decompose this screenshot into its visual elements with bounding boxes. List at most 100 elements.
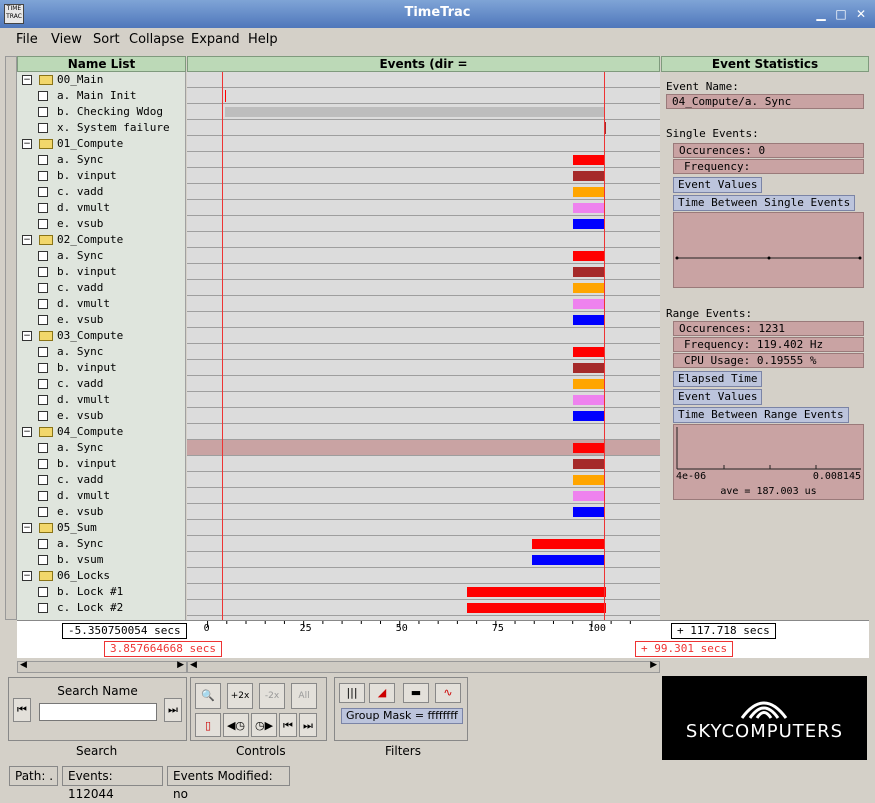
visibility-checkbox[interactable] xyxy=(38,395,48,405)
search-prev-icon[interactable]: ⏮ xyxy=(13,698,31,722)
visibility-checkbox[interactable] xyxy=(38,555,48,565)
tree-item-row[interactable]: b. vinput xyxy=(17,456,185,472)
event-row[interactable] xyxy=(187,232,660,248)
tree-item-row[interactable]: c. vadd xyxy=(17,376,185,392)
visibility-checkbox[interactable] xyxy=(38,363,48,373)
event-row[interactable] xyxy=(187,136,660,152)
scroll-left-icon[interactable]: ◀ xyxy=(20,660,27,670)
tree-item-row[interactable]: c. vadd xyxy=(17,280,185,296)
event-bar[interactable] xyxy=(572,203,606,213)
tree-item-row[interactable]: a. Sync xyxy=(17,440,185,456)
event-bar[interactable] xyxy=(572,267,606,277)
menu-collapse[interactable]: Collapse xyxy=(129,32,184,47)
filter-range-icon[interactable]: ▬ xyxy=(403,683,429,703)
event-bar[interactable] xyxy=(572,155,606,165)
event-row[interactable] xyxy=(187,424,660,440)
tree-group-row[interactable]: − 06_Locks xyxy=(17,568,185,584)
tree-item-row[interactable]: d. vmult xyxy=(17,296,185,312)
event-bar[interactable] xyxy=(572,363,606,373)
visibility-checkbox[interactable] xyxy=(38,507,48,517)
menu-file[interactable]: File xyxy=(16,32,38,47)
tree-group-row[interactable]: − 04_Compute xyxy=(17,424,185,440)
tree-item-row[interactable]: b. vinput xyxy=(17,360,185,376)
clock-back-icon[interactable]: ◀◷ xyxy=(223,713,249,737)
visibility-checkbox[interactable] xyxy=(38,315,48,325)
event-row[interactable] xyxy=(187,88,660,104)
collapse-icon[interactable]: − xyxy=(22,523,32,533)
tree-item-row[interactable]: d. vmult xyxy=(17,392,185,408)
event-bar[interactable] xyxy=(572,491,606,501)
visibility-checkbox[interactable] xyxy=(38,219,48,229)
visibility-checkbox[interactable] xyxy=(38,587,48,597)
event-row[interactable] xyxy=(187,328,660,344)
event-row[interactable] xyxy=(187,520,660,536)
menu-expand[interactable]: Expand xyxy=(191,32,240,47)
tree-item-row[interactable]: e. vsub xyxy=(17,408,185,424)
time-between-single-events-button[interactable]: Time Between Single Events xyxy=(673,195,856,211)
event-bar[interactable] xyxy=(466,587,607,597)
tree-group-row[interactable]: − 02_Compute xyxy=(17,232,185,248)
visibility-checkbox[interactable] xyxy=(38,491,48,501)
collapse-icon[interactable]: − xyxy=(22,139,32,149)
tree-item-row[interactable]: d. vmult xyxy=(17,200,185,216)
visibility-checkbox[interactable] xyxy=(38,475,48,485)
zoom-out-icon[interactable]: -2x xyxy=(259,683,285,709)
collapse-icon[interactable]: − xyxy=(22,571,32,581)
tree-group-row[interactable]: − 05_Sum xyxy=(17,520,185,536)
tree-item-row[interactable]: e. vsub xyxy=(17,216,185,232)
visibility-checkbox[interactable] xyxy=(38,459,48,469)
event-bar[interactable] xyxy=(532,555,606,565)
step-forward-icon[interactable]: ⏭ xyxy=(299,713,317,737)
visibility-checkbox[interactable] xyxy=(38,203,48,213)
tree-item-row[interactable]: b. vinput xyxy=(17,168,185,184)
time-marker-left[interactable] xyxy=(222,72,224,648)
name-list-hscroll[interactable]: ◀ ▶ xyxy=(17,660,187,673)
event-bar[interactable] xyxy=(572,251,606,261)
event-bar[interactable] xyxy=(572,395,606,405)
elapsed-time-button[interactable]: Elapsed Time xyxy=(673,371,763,387)
visibility-checkbox[interactable] xyxy=(38,187,48,197)
visibility-checkbox[interactable] xyxy=(38,539,48,549)
close-icon[interactable]: ✕ xyxy=(852,5,870,23)
maximize-icon[interactable]: □ xyxy=(832,5,850,23)
tree-item-row[interactable]: b. vinput xyxy=(17,264,185,280)
event-bar[interactable] xyxy=(572,299,606,309)
visibility-checkbox[interactable] xyxy=(38,123,48,133)
tree-item-row[interactable]: b. Checking Wdog xyxy=(17,104,185,120)
tree-item-row[interactable]: a. Main Init xyxy=(17,88,185,104)
visibility-checkbox[interactable] xyxy=(38,267,48,277)
event-bar[interactable] xyxy=(572,475,606,485)
tree-item-row[interactable]: a. Sync xyxy=(17,536,185,552)
event-bar[interactable] xyxy=(466,603,607,613)
tree-item-row[interactable]: c. vadd xyxy=(17,472,185,488)
tree-group-row[interactable]: − 03_Compute xyxy=(17,328,185,344)
visibility-checkbox[interactable] xyxy=(38,347,48,357)
event-bar[interactable] xyxy=(224,90,226,102)
tree-item-row[interactable]: a. Sync xyxy=(17,152,185,168)
collapse-icon[interactable]: − xyxy=(22,235,32,245)
events-scroll-right-icon[interactable]: ▶ xyxy=(650,660,657,670)
event-bar[interactable] xyxy=(572,187,606,197)
search-next-icon[interactable]: ⏭ xyxy=(164,698,182,722)
tree-item-row[interactable]: x. System failure xyxy=(17,120,185,136)
event-bar[interactable] xyxy=(572,459,606,469)
event-bar[interactable] xyxy=(572,443,606,453)
visibility-checkbox[interactable] xyxy=(38,283,48,293)
zoom-all-icon[interactable]: All xyxy=(291,683,317,709)
menu-sort[interactable]: Sort xyxy=(93,32,120,47)
visibility-checkbox[interactable] xyxy=(38,443,48,453)
step-back-icon[interactable]: ⏮ xyxy=(279,713,297,737)
visibility-checkbox[interactable] xyxy=(38,91,48,101)
visibility-checkbox[interactable] xyxy=(38,251,48,261)
event-row[interactable] xyxy=(187,568,660,584)
event-bar[interactable] xyxy=(572,219,606,229)
search-input[interactable] xyxy=(39,703,157,721)
group-mask-button[interactable]: Group Mask = ffffffff xyxy=(341,708,463,724)
event-bar[interactable] xyxy=(572,171,606,181)
minimize-icon[interactable]: ▁ xyxy=(812,5,830,23)
tree-item-row[interactable]: c. Lock #2 xyxy=(17,600,185,616)
filter-ramp-icon[interactable]: ◢ xyxy=(369,683,395,703)
visibility-checkbox[interactable] xyxy=(38,107,48,117)
name-list-vscroll[interactable] xyxy=(5,56,17,620)
events-scroll-left-icon[interactable]: ◀ xyxy=(190,660,197,670)
